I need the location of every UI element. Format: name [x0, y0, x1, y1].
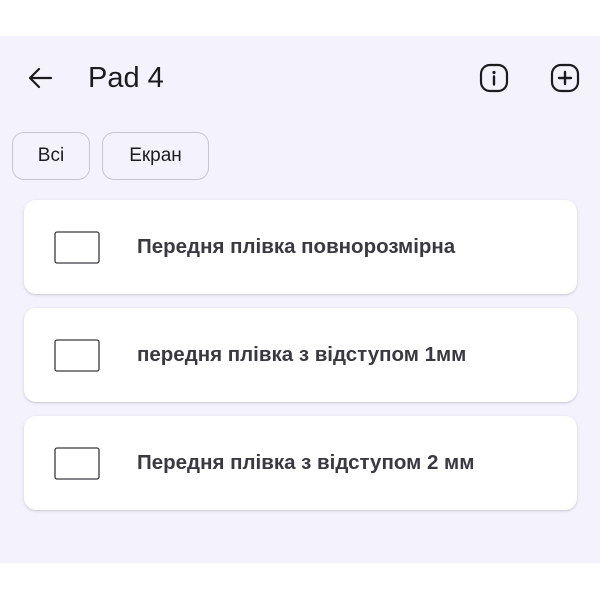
- film-list: Передня плівка повнорозмірна передня плі…: [24, 200, 577, 524]
- page-title: Pad 4: [88, 62, 164, 94]
- filter-chip-screen[interactable]: Екран: [102, 132, 209, 180]
- app-bar: Pad 4: [0, 36, 600, 120]
- list-item[interactable]: Передня плівка повнорозмірна: [24, 200, 577, 294]
- filter-chips: Всі Екран: [12, 132, 209, 184]
- list-item-label: Передня плівка повнорозмірна: [137, 235, 456, 258]
- arrow-left-icon: [28, 67, 53, 89]
- add-square-icon: [550, 63, 580, 93]
- screen-frame-icon: [54, 339, 100, 372]
- list-item-label: передня плівка з відступом 1мм: [137, 343, 467, 366]
- list-item[interactable]: передня плівка з відступом 1мм: [24, 308, 577, 402]
- info-circle-icon: [479, 63, 509, 93]
- screen: Pad 4 Всі Екран Передня плівка повнорозм…: [0, 36, 600, 563]
- list-item-label: Передня плівка з відступом 2 мм: [137, 451, 475, 474]
- screen-frame-icon: [54, 447, 100, 480]
- back-button[interactable]: [20, 58, 60, 98]
- list-item[interactable]: Передня плівка з відступом 2 мм: [24, 416, 577, 510]
- filter-chip-all[interactable]: Всі: [12, 132, 90, 180]
- screen-frame-icon: [54, 231, 100, 264]
- add-button[interactable]: [545, 58, 585, 98]
- info-button[interactable]: [474, 58, 514, 98]
